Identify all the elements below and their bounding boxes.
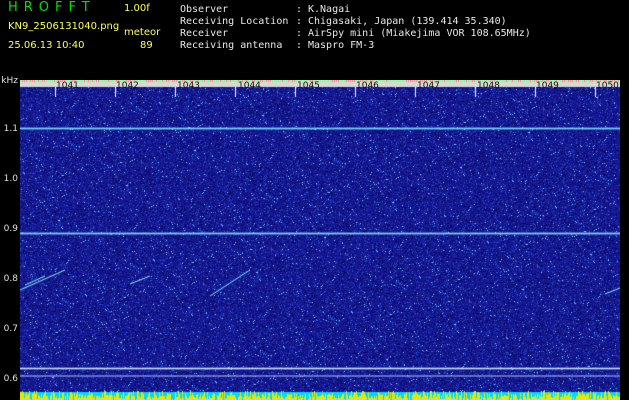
y-tick-label: 1.1 bbox=[3, 124, 18, 134]
x-tick-label: 1043 bbox=[177, 81, 200, 91]
y-tick-label: 1.0 bbox=[3, 174, 18, 184]
app-name: HROFFT bbox=[8, 0, 96, 15]
meta-value-receiver: AirSpy mini (Miakejima VOR 108.65MHz) bbox=[308, 28, 531, 39]
meta-key-location: Receiving Location bbox=[180, 16, 289, 27]
header-panel: HROFFT 1.00f KN9_2506131040.png meteor 2… bbox=[0, 0, 629, 76]
meta-key-receiver: Receiver bbox=[180, 28, 229, 39]
version-label: 1.00f bbox=[124, 3, 150, 14]
y-axis-label: kHz bbox=[1, 76, 18, 86]
y-tick-label: 0.7 bbox=[3, 324, 18, 334]
y-tick-label: 0.8 bbox=[3, 274, 18, 284]
x-tick-label: 1041 bbox=[56, 81, 79, 91]
filename-label: KN9_2506131040.png bbox=[8, 21, 120, 32]
x-tick-label: 1042 bbox=[116, 81, 139, 91]
y-tick-label: 0.6 bbox=[3, 374, 18, 384]
meta-sep: : bbox=[296, 4, 303, 15]
waterfall-spectrogram bbox=[20, 80, 620, 400]
x-tick-label: 1049 bbox=[536, 81, 559, 91]
meta-sep: : bbox=[296, 40, 303, 51]
x-tick-label: 1050 bbox=[596, 81, 619, 91]
x-tick-label: 1044 bbox=[238, 81, 261, 91]
meta-sep: : bbox=[296, 28, 303, 39]
meta-key-observer: Observer bbox=[180, 4, 229, 15]
meta-value-antenna: Maspro FM-3 bbox=[308, 40, 375, 51]
x-tick-label: 1048 bbox=[477, 81, 500, 91]
x-tick-label: 1047 bbox=[417, 81, 440, 91]
meteor-label: meteor bbox=[124, 27, 161, 38]
x-tick-label: 1045 bbox=[297, 81, 320, 91]
meta-sep: : bbox=[296, 16, 303, 27]
meteor-count: 89 bbox=[140, 40, 153, 51]
datetime-label: 25.06.13 10:40 bbox=[8, 40, 85, 51]
y-tick-label: 0.9 bbox=[3, 224, 18, 234]
x-tick-label: 1046 bbox=[356, 81, 379, 91]
meta-value-observer: K.Nagai bbox=[308, 4, 351, 15]
meta-value-location: Chigasaki, Japan (139.414 35.340) bbox=[308, 16, 507, 27]
meta-key-antenna: Receiving antenna bbox=[180, 40, 283, 51]
